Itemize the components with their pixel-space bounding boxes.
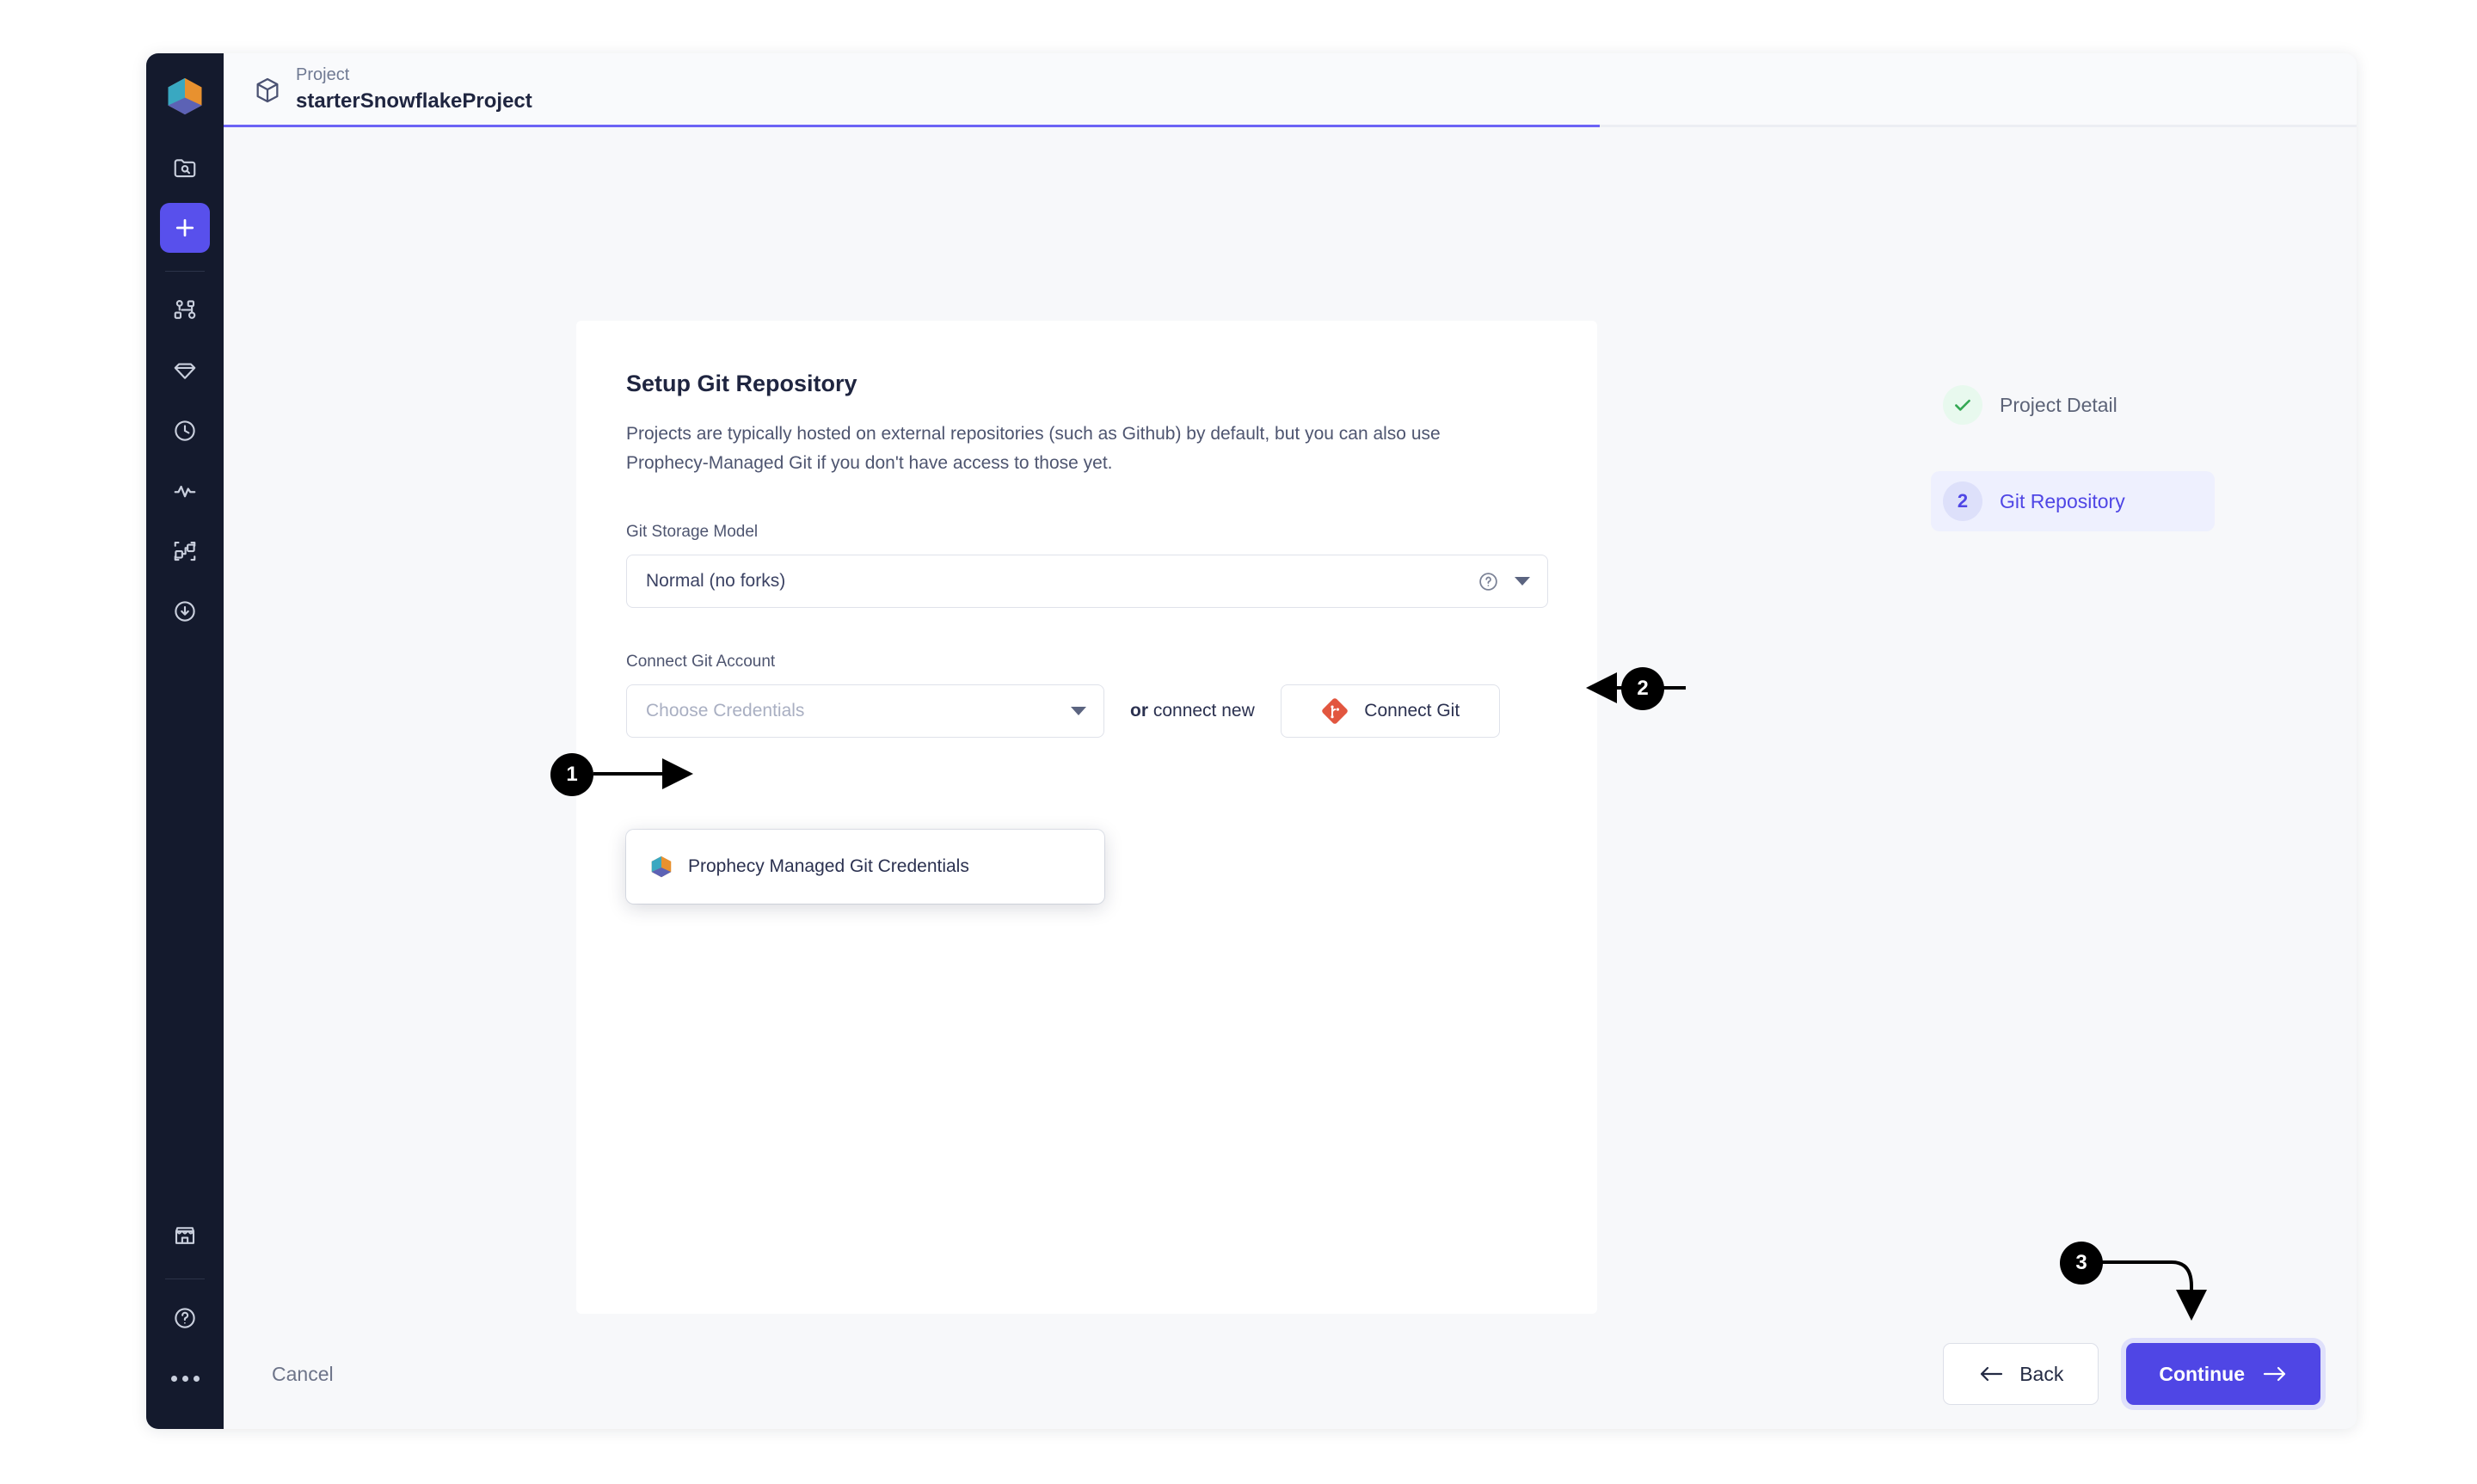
- step-number-badge: 2: [1943, 481, 1982, 521]
- download-circle-icon: [172, 598, 198, 624]
- top-bar: Project starterSnowflakeProject: [224, 53, 2357, 129]
- help-circle-icon[interactable]: [1478, 571, 1499, 592]
- credentials-select[interactable]: Choose Credentials: [626, 684, 1104, 739]
- card-title: Setup Git Repository: [626, 371, 857, 396]
- continue-label: Continue: [2159, 1362, 2245, 1385]
- sidebar-item-folder-search[interactable]: [160, 143, 210, 193]
- annotation-arrow-1: [593, 758, 693, 789]
- annotation-badge-2: 2: [1621, 667, 1664, 710]
- footer-bar: Cancel Back Continue: [224, 1319, 2357, 1429]
- annotation-arrow-3: [2099, 1260, 2207, 1321]
- prophecy-logo-icon: [157, 69, 212, 124]
- sidebar-item-pipelines[interactable]: [160, 285, 210, 335]
- connect-new-text: connect new: [1148, 701, 1255, 721]
- plus-icon: [172, 215, 198, 241]
- connect-git-account-label: Connect Git Account: [626, 653, 776, 671]
- back-label: Back: [2019, 1362, 2064, 1385]
- or-bold: or: [1130, 701, 1148, 721]
- or-connect-new-text: or connect new: [1130, 701, 1255, 721]
- sidebar-item-monitoring[interactable]: [160, 466, 210, 516]
- sidebar-item-history[interactable]: [160, 406, 210, 456]
- arrow-left-icon: [1978, 1364, 2004, 1383]
- chevron-down-icon: [1071, 707, 1086, 716]
- cancel-button[interactable]: Cancel: [272, 1363, 334, 1386]
- sidebar-item-downloads[interactable]: [160, 586, 210, 636]
- setup-git-repository-card: Setup Git Repository Projects are typica…: [576, 321, 1597, 1314]
- continue-button[interactable]: Continue: [2126, 1343, 2320, 1405]
- sidebar-item-create[interactable]: [160, 203, 210, 253]
- step-git-repository-label: Git Repository: [2000, 489, 2125, 512]
- page-title: starterSnowflakeProject: [296, 89, 532, 113]
- content-area: Setup Git Repository Projects are typica…: [224, 127, 2357, 1429]
- git-storage-model-select[interactable]: Normal (no forks): [626, 555, 1548, 609]
- help-circle-icon: [172, 1305, 198, 1331]
- check-icon: [1943, 385, 1982, 425]
- graph-nodes-icon: [172, 538, 198, 564]
- folder-search-icon: [172, 155, 198, 181]
- breadcrumb-label: Project: [296, 65, 350, 85]
- store-icon: [172, 1223, 198, 1248]
- chevron-down-icon: [1515, 577, 1530, 586]
- sidebar-divider: [165, 271, 205, 272]
- more-dots-icon: [170, 1375, 200, 1382]
- credentials-placeholder: Choose Credentials: [646, 701, 805, 721]
- credentials-dropdown-menu: Prophecy Managed Git Credentials: [626, 830, 1104, 904]
- back-button[interactable]: Back: [1943, 1343, 2099, 1405]
- activity-pulse-icon: [172, 478, 198, 504]
- git-storage-model-group: Git Storage Model Normal (no forks): [626, 523, 1548, 609]
- step-project-detail[interactable]: Project Detail: [1931, 375, 2215, 435]
- git-logo-icon: [1320, 696, 1349, 726]
- wizard-stepper: Project Detail 2 Git Repository: [1931, 375, 2215, 567]
- main-area: Project starterSnowflakeProject Setup Gi…: [224, 53, 2357, 1429]
- pipeline-nodes-icon: [172, 297, 198, 323]
- sidebar-item-more[interactable]: [160, 1353, 210, 1403]
- app-window: Project starterSnowflakeProject Setup Gi…: [146, 53, 2357, 1429]
- connect-git-account-group: Connect Git Account Choose Credentials o…: [626, 653, 1547, 739]
- sidebar-item-help[interactable]: [160, 1293, 210, 1343]
- connect-git-button[interactable]: Connect Git: [1280, 684, 1500, 739]
- sidebar-item-lineage[interactable]: [160, 526, 210, 576]
- credentials-dropdown-option[interactable]: Prophecy Managed Git Credentials: [626, 842, 1104, 892]
- sidebar-item-gem[interactable]: [160, 346, 210, 396]
- annotation-badge-3: 3: [2060, 1242, 2103, 1285]
- clock-icon: [172, 418, 198, 444]
- arrow-right-icon: [2262, 1364, 2288, 1383]
- annotation-badge-1: 1: [550, 753, 593, 796]
- step-git-repository[interactable]: 2 Git Repository: [1931, 471, 2215, 531]
- connect-row: Choose Credentials or connect new Connec…: [626, 684, 1547, 739]
- card-description: Projects are typically hosted on externa…: [626, 424, 1441, 474]
- sidebar: [146, 53, 224, 1429]
- git-storage-model-value: Normal (no forks): [646, 571, 786, 592]
- footer-actions: Back Continue: [1943, 1343, 2320, 1405]
- prophecy-logo-icon: [648, 854, 674, 880]
- breadcrumb: Project starterSnowflakeProject: [296, 64, 532, 114]
- step-project-detail-label: Project Detail: [2000, 393, 2117, 416]
- gem-icon: [172, 358, 198, 383]
- cube-icon: [253, 76, 282, 105]
- credentials-option-label: Prophecy Managed Git Credentials: [688, 856, 969, 876]
- git-storage-model-label: Git Storage Model: [626, 523, 759, 542]
- connect-git-label: Connect Git: [1364, 701, 1460, 721]
- sidebar-item-marketplace[interactable]: [160, 1211, 210, 1260]
